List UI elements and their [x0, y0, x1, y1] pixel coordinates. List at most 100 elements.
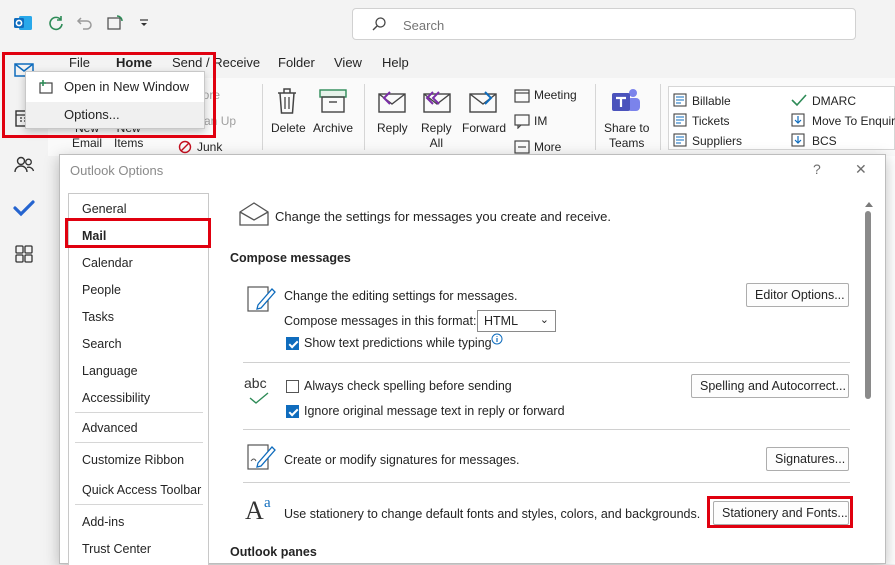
nav-accessibility[interactable]: Accessibility [82, 391, 150, 405]
tab-folder[interactable]: Folder [278, 55, 315, 70]
quickstep-bcs-icon [791, 133, 807, 150]
spelling-check-icon [248, 391, 270, 408]
nav-divider [75, 442, 203, 443]
meeting-button[interactable]: Meeting [534, 88, 577, 102]
mail-context-menu: Open in New Window Options... [25, 71, 205, 129]
search-icon [371, 16, 387, 35]
search-input[interactable] [401, 15, 801, 35]
menu-open-new-window[interactable]: Open in New Window [26, 74, 204, 100]
nav-divider [75, 412, 203, 413]
nav-tasks[interactable]: Tasks [82, 310, 114, 324]
search-box[interactable] [352, 8, 856, 40]
quickstep-suppliers[interactable]: Suppliers [692, 134, 742, 148]
delete-button[interactable]: Delete [271, 121, 306, 135]
reply-all-button[interactable]: Reply All [421, 121, 452, 151]
sync-icon[interactable] [45, 12, 67, 34]
share-to-teams-button[interactable]: Share to Teams [604, 121, 649, 151]
send-receive-all-icon[interactable] [104, 12, 126, 34]
quickstep-bcs[interactable]: BCS [812, 134, 837, 148]
reading-pane-peek [886, 156, 895, 564]
content-scrollbar[interactable] [860, 195, 878, 541]
forward-button[interactable]: Forward [462, 121, 506, 135]
info-icon[interactable] [491, 333, 503, 348]
quickstep-move-to-enquiries[interactable]: Move To Enquir [812, 114, 895, 128]
editor-options-button[interactable]: Editor Options... [746, 283, 849, 307]
todo-icon[interactable] [12, 196, 36, 220]
quick-steps-gallery: Billable Tickets Suppliers DMARC Move To… [668, 86, 895, 150]
spell-check-before-sending-checkbox[interactable] [286, 380, 299, 393]
archive-icon [318, 88, 348, 117]
divider [243, 482, 850, 483]
nav-advanced[interactable]: Advanced [82, 421, 138, 435]
options-content: Change the settings for messages you cre… [210, 179, 870, 565]
text-predictions-checkbox[interactable] [286, 337, 299, 350]
more-button[interactable]: More [534, 140, 561, 154]
nav-quick-access-toolbar[interactable]: Quick Access Toolbar [82, 483, 201, 497]
help-button[interactable]: ? [813, 161, 821, 177]
nav-trust-center[interactable]: Trust Center [82, 542, 151, 556]
quickstep-tickets[interactable]: Tickets [692, 114, 730, 128]
svg-text:A: A [245, 496, 264, 523]
close-button[interactable]: ✕ [855, 161, 867, 178]
stationery-text: Use stationery to change default fonts a… [284, 507, 701, 521]
meeting-icon [514, 88, 530, 107]
customize-toolbar-icon[interactable] [133, 12, 155, 34]
nav-add-ins[interactable]: Add-ins [82, 515, 124, 529]
quickstep-dmarc[interactable]: DMARC [812, 94, 856, 108]
signatures-button[interactable]: Signatures... [766, 447, 849, 471]
title-bar [0, 0, 895, 48]
svg-text:a: a [264, 495, 271, 511]
apps-icon[interactable] [12, 242, 36, 266]
quickstep-move-icon [791, 113, 807, 130]
tab-file[interactable]: File [69, 55, 90, 70]
quickstep-billable-icon [673, 93, 689, 110]
tab-view[interactable]: View [334, 55, 362, 70]
spell-check-label: Always check spelling before sending [304, 379, 512, 393]
im-icon [514, 113, 530, 132]
text-predictions-label: Show text predictions while typing [304, 336, 492, 350]
delete-icon [274, 86, 300, 119]
nav-mail[interactable]: Mail [82, 229, 106, 243]
pencil-edit-icon [246, 283, 276, 316]
tab-send-receive[interactable]: Send / Receive [172, 55, 260, 70]
people-icon[interactable] [12, 152, 36, 176]
teams-icon [610, 86, 642, 119]
scroll-up-icon[interactable] [864, 197, 874, 211]
quickstep-suppliers-icon [673, 133, 689, 150]
menu-options-label: Options... [64, 107, 120, 122]
im-button[interactable]: IM [534, 114, 547, 128]
chevron-down-icon: ⌄ [539, 314, 549, 326]
undo-icon[interactable] [74, 12, 96, 34]
compose-format-select[interactable]: HTML ⌄ [477, 310, 556, 332]
quickstep-billable[interactable]: Billable [692, 94, 731, 108]
reply-all-icon [421, 88, 453, 119]
ignore-original-text-checkbox[interactable] [286, 405, 299, 418]
tab-home[interactable]: Home [116, 55, 152, 70]
compose-format-label: Compose messages in this format: [284, 314, 477, 328]
quickstep-dmarc-icon [791, 93, 807, 110]
menu-options[interactable]: Options... [26, 102, 204, 128]
divider [243, 362, 850, 363]
nav-language[interactable]: Language [82, 364, 138, 378]
nav-search[interactable]: Search [82, 337, 122, 351]
junk-button[interactable]: Junk [197, 140, 222, 154]
scroll-thumb[interactable] [865, 211, 871, 399]
nav-calendar[interactable]: Calendar [82, 256, 133, 270]
archive-button[interactable]: Archive [313, 121, 353, 135]
nav-people[interactable]: People [82, 283, 121, 297]
menu-open-new-window-label: Open in New Window [64, 79, 189, 94]
signature-icon [246, 441, 276, 474]
forward-icon [467, 88, 499, 119]
spelling-autocorrect-button[interactable]: Spelling and Autocorrect... [691, 374, 849, 398]
stationery-fonts-button[interactable]: Stationery and Fonts... [713, 501, 849, 525]
spelling-abc-icon: abc [244, 375, 267, 391]
panes-section-header: Outlook panes [230, 545, 317, 559]
tab-help[interactable]: Help [382, 55, 409, 70]
dialog-title: Outlook Options [70, 163, 164, 178]
reply-button[interactable]: Reply [377, 121, 408, 135]
compose-format-value: HTML [484, 314, 519, 328]
nav-customize-ribbon[interactable]: Customize Ribbon [82, 453, 184, 467]
nav-general[interactable]: General [82, 202, 126, 216]
options-nav: General Mail Calendar People Tasks Searc… [68, 193, 209, 565]
mail-envelope-icon [238, 201, 270, 230]
